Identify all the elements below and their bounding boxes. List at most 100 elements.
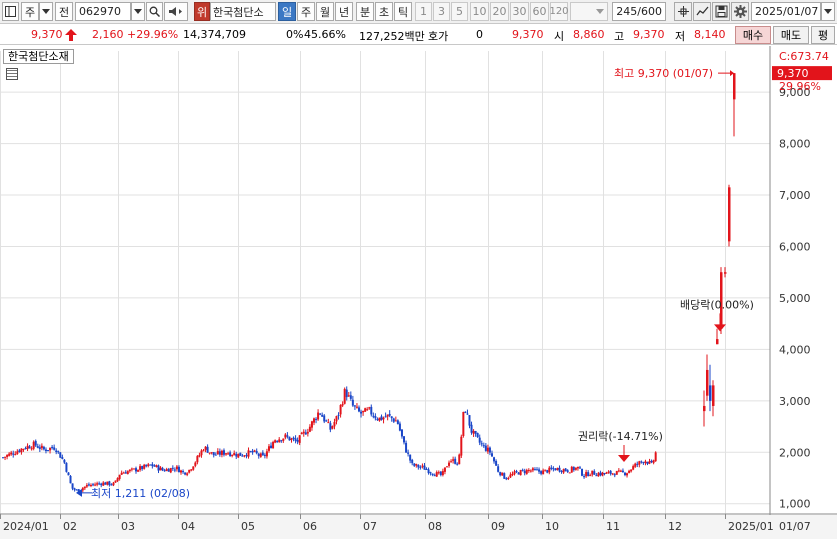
candle-body: [462, 411, 465, 437]
candle-body: [589, 475, 592, 477]
period-tab-tick[interactable]: 틱: [394, 2, 412, 21]
mode-label: 주: [24, 5, 36, 19]
period-tab-day[interactable]: 일: [278, 2, 296, 21]
candle-body: [63, 459, 66, 463]
candle-body: [114, 480, 117, 483]
prev-button[interactable]: 전: [55, 2, 73, 21]
candle-body: [267, 446, 270, 451]
candle-body: [601, 472, 604, 476]
code-dropdown-button[interactable]: [131, 2, 145, 21]
candle-body: [245, 455, 248, 457]
candle-body: [542, 470, 545, 475]
interval-button-20[interactable]: 20: [490, 2, 509, 21]
interval-button-60[interactable]: 60: [530, 2, 549, 21]
interval-button-5[interactable]: 5: [451, 2, 468, 21]
candle-body: [374, 416, 377, 419]
candle-body: [513, 471, 516, 475]
high-annotation: 최고 9,370 (01/07): [614, 67, 713, 80]
candle-body: [312, 418, 315, 423]
candle-body: [110, 484, 113, 486]
candle-body: [450, 461, 453, 463]
buy-button[interactable]: 매수: [735, 26, 771, 44]
candle-body: [358, 407, 361, 412]
candle-body: [642, 462, 645, 464]
candle-body: [431, 473, 434, 475]
x-tick-label: 01/07: [779, 520, 811, 533]
interval-button-30[interactable]: 30: [510, 2, 529, 21]
candle-body: [36, 446, 39, 448]
stock-code-input[interactable]: 062970: [75, 2, 131, 21]
candle-body: [490, 453, 493, 457]
candle-body: [384, 416, 387, 418]
interval-button-120[interactable]: 120: [549, 2, 569, 21]
price-chart[interactable]: 최고 9,370 (01/07) 최저 1,211 (02/08) 배당락(0.00…: [0, 46, 837, 539]
candle-body: [546, 470, 549, 473]
speaker-button[interactable]: [164, 2, 188, 21]
candle-body: [139, 466, 142, 470]
save-button[interactable]: [712, 2, 730, 21]
candle-body: [331, 426, 334, 429]
chart-tool-button[interactable]: [693, 2, 711, 21]
chart-toolbar: 주 전 062970 위 한국첨단소 일 주 월 년 분 초 틱 1 3 5 1…: [0, 0, 837, 24]
candle-body: [398, 423, 401, 431]
candle-body: [380, 416, 383, 420]
stock-name-field[interactable]: 한국첨단소: [210, 2, 276, 21]
date-picker-button[interactable]: [821, 2, 835, 21]
candle-body: [186, 473, 189, 475]
layout-icon[interactable]: [2, 2, 19, 21]
candle-body: [552, 468, 555, 470]
candle-body: [53, 447, 56, 450]
avg-button[interactable]: 평: [811, 26, 835, 44]
settings-button[interactable]: [731, 2, 749, 21]
candle-body: [106, 481, 109, 485]
candle-body: [554, 468, 557, 471]
interval-button-10[interactable]: 10: [470, 2, 489, 21]
date-input[interactable]: 2025/01/07: [751, 2, 821, 21]
candle-body: [229, 452, 232, 457]
candle-body: [558, 467, 561, 472]
candle-body: [241, 455, 244, 457]
candle-body: [617, 470, 620, 472]
candle-body: [599, 472, 602, 476]
candle-body: [4, 456, 7, 458]
candle-body: [488, 447, 491, 453]
search-button[interactable]: [146, 2, 163, 21]
candle-body: [523, 470, 526, 474]
candle-body: [206, 446, 209, 453]
hoga-label: 호가: [428, 30, 449, 43]
candle-body: [603, 473, 606, 475]
candle-body: [400, 429, 403, 437]
candle-body: [128, 469, 131, 472]
interval-button-3[interactable]: 3: [433, 2, 450, 21]
candle-body: [282, 438, 285, 441]
candle-body: [360, 411, 363, 414]
interval-button-1[interactable]: 1: [415, 2, 432, 21]
candle-body: [419, 466, 422, 468]
chart-canvas[interactable]: 최고 9,370 (01/07) 최저 1,211 (02/08) 배당락(0.00…: [0, 46, 837, 539]
mode-selector[interactable]: 주: [21, 2, 39, 21]
period-tab-second[interactable]: 초: [375, 2, 393, 21]
candle-body: [308, 426, 311, 432]
candle-body: [325, 420, 328, 422]
sell-button[interactable]: 매도: [773, 26, 809, 44]
period-tab-month[interactable]: 월: [316, 2, 334, 21]
axis-top-label: C:673.74: [779, 50, 829, 63]
period-tab-week[interactable]: 주: [297, 2, 315, 21]
period-tab-minute[interactable]: 분: [356, 2, 374, 21]
interval-label: 60: [532, 5, 547, 18]
candle-body: [18, 450, 21, 452]
mode-dropdown-button[interactable]: [39, 2, 53, 21]
grid-toggle-icon[interactable]: [6, 68, 18, 80]
candle-body: [476, 433, 479, 438]
candle-body: [218, 451, 221, 455]
interval-input[interactable]: [570, 2, 608, 21]
candle-body: [286, 435, 289, 437]
layout-icon-glyph: [5, 6, 16, 17]
candle-body: [566, 470, 569, 472]
period-tab-year[interactable]: 년: [335, 2, 353, 21]
candle-body: [574, 467, 577, 470]
x-tick-label: 12: [668, 520, 682, 533]
count-display[interactable]: 245/600: [612, 2, 666, 21]
candle-body: [478, 437, 481, 443]
crosshair-button[interactable]: [674, 2, 692, 21]
